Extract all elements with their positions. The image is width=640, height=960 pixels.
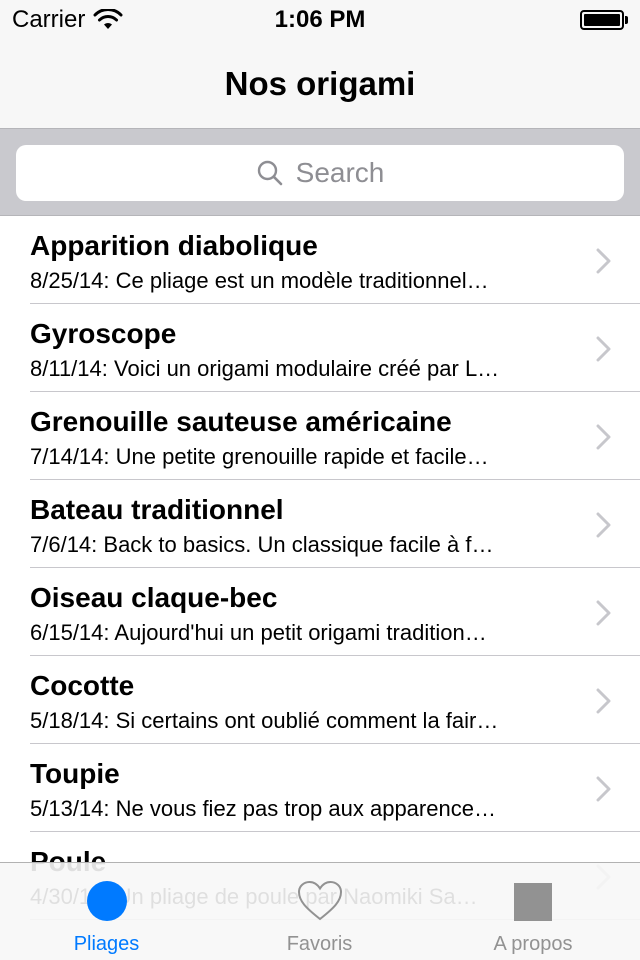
tab-label: Pliages (73, 933, 140, 955)
list-item[interactable]: Bateau traditionnel 7/6/14: Back to basic… (0, 480, 640, 568)
status-bar: Carrier 1:06 PM (0, 0, 640, 40)
origami-list: Apparition diabolique 8/25/14: Ce pliage … (0, 216, 640, 920)
filled-circle-icon (86, 881, 127, 921)
item-subtitle: 8/25/14: Ce pliage est un modèle traditi… (30, 268, 489, 293)
chevron-right-icon (596, 336, 611, 362)
chevron-right-icon (596, 248, 611, 274)
search-input[interactable]: Search (16, 145, 624, 201)
screen: Carrier 1:06 PM Nos origami Search Appar… (0, 0, 640, 960)
item-title: Toupie (30, 758, 120, 789)
tab-favoris[interactable]: Favoris (213, 863, 426, 960)
tab-label: Favoris (286, 933, 353, 955)
item-subtitle: 7/14/14: Une petite grenouille rapide et… (30, 444, 489, 469)
battery-icon (580, 10, 628, 30)
chevron-right-icon (596, 424, 611, 450)
search-placeholder: Search (295, 157, 385, 188)
chevron-right-icon (596, 512, 611, 538)
list-item[interactable]: Gyroscope 8/11/14: Voici un origami modul… (0, 304, 640, 392)
page-title: Nos origami (224, 65, 416, 102)
square-icon (514, 883, 552, 921)
search-icon (257, 160, 282, 186)
list-item[interactable]: Toupie 5/13/14: Ne vous fiez pas trop aux… (0, 744, 640, 832)
navigation-bar: Nos origami (0, 40, 640, 128)
search-bar: Search (0, 128, 640, 216)
item-title: Gyroscope (30, 318, 177, 349)
item-subtitle: 7/6/14: Back to basics. Un classique fac… (30, 532, 494, 557)
chevron-right-icon (596, 688, 611, 714)
item-title: Cocotte (30, 670, 135, 701)
item-subtitle: 5/13/14: Ne vous fiez pas trop aux appar… (30, 796, 496, 821)
item-subtitle: 6/15/14: Aujourd'hui un petit origami tr… (30, 620, 487, 645)
item-title: Oiseau claque-bec (30, 582, 278, 613)
list-item[interactable]: Apparition diabolique 8/25/14: Ce pliage … (0, 216, 640, 304)
tab-bar: Pliages Favoris A propos (0, 862, 640, 960)
list-item[interactable]: Grenouille sauteuse américaine 7/14/14: U… (0, 392, 640, 480)
tab-pliages[interactable]: Pliages (0, 863, 213, 960)
item-subtitle: 5/18/14: Si certains ont oublié comment … (30, 708, 499, 733)
status-time: 1:06 PM (274, 6, 366, 33)
item-title: Grenouille sauteuse américaine (30, 406, 452, 437)
tab-label: A propos (493, 933, 573, 955)
chevron-right-icon (596, 600, 611, 626)
item-title: Apparition diabolique (30, 230, 318, 261)
item-title: Bateau traditionnel (30, 494, 284, 525)
item-subtitle: 8/11/14: Voici un origami modulaire créé… (30, 356, 500, 381)
list-item[interactable]: Oiseau claque-bec 6/15/14: Aujourd'hui un… (0, 568, 640, 656)
heart-icon (297, 880, 342, 921)
chevron-right-icon (596, 776, 611, 802)
list-item[interactable]: Cocotte 5/18/14: Si certains ont oublié c… (0, 656, 640, 744)
tab-a-propos[interactable]: A propos (426, 863, 640, 960)
